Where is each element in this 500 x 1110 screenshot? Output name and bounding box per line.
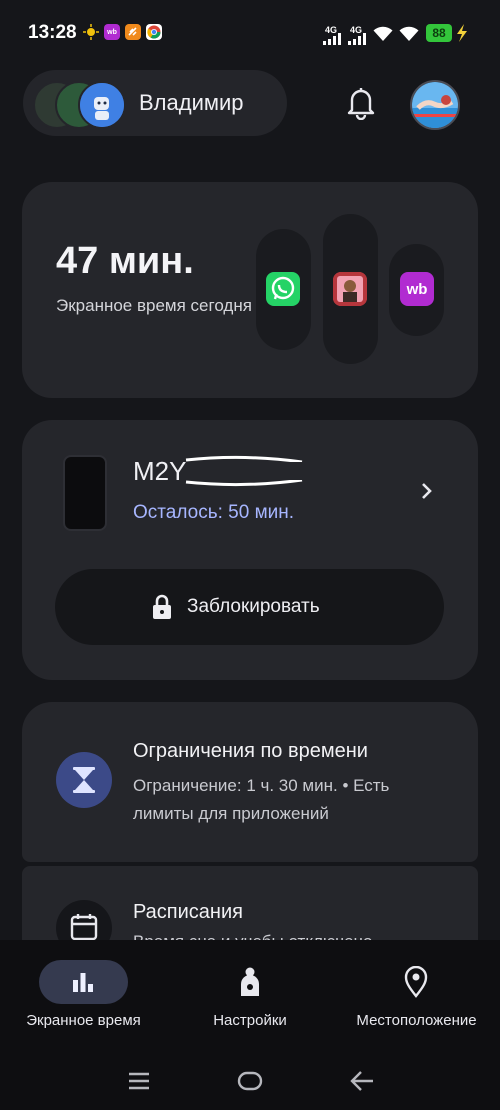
user-avatar[interactable] (410, 80, 460, 130)
nav-location[interactable]: Местоположение (333, 1012, 500, 1029)
phone-image (63, 455, 107, 531)
game-app-icon (333, 272, 367, 306)
nav-screen-time[interactable]: Экранное время (0, 1012, 167, 1029)
back-button[interactable] (349, 1070, 375, 1097)
charging-icon (456, 24, 468, 47)
time-limits-title: Ограничения по времени (133, 740, 368, 762)
lock-icon (152, 594, 172, 620)
home-button[interactable] (237, 1071, 263, 1096)
bar-chart-icon (71, 970, 95, 999)
nav-settings[interactable]: Настройки (167, 1012, 333, 1029)
chrome-icon (146, 24, 162, 40)
wifi-icon (399, 26, 419, 47)
child-avatar (78, 81, 126, 129)
wifi-icon (373, 26, 393, 47)
recents-button[interactable] (128, 1072, 150, 1095)
battery-indicator: 88 (426, 24, 452, 42)
nav-label: Настройки (213, 1012, 287, 1029)
time-limits-subtitle: Ограничение: 1 ч. 30 мин. • Есть лимиты … (133, 776, 390, 823)
screen-time-label: Экранное время сегодня (56, 296, 252, 315)
screen-time-total: 47 мин. (56, 240, 194, 282)
redaction-scribble (184, 454, 304, 488)
location-pin-icon (404, 965, 428, 1003)
whatsapp-icon (266, 272, 300, 306)
chevron-right-icon[interactable] (420, 480, 434, 502)
device-name: M2Y (133, 456, 187, 486)
status-time: 13:28 (28, 22, 77, 43)
signal-bars-icon (348, 32, 370, 50)
weather-icon (83, 24, 99, 40)
bell-icon[interactable] (346, 86, 376, 121)
lock-button-label: Заблокировать (187, 596, 320, 617)
orange-app-icon (125, 24, 141, 40)
hourglass-icon (56, 752, 112, 808)
user-name: Владимир (139, 90, 244, 115)
status-bar: 13:28 wb 4G 4G 88 (0, 0, 500, 68)
signal-bars-icon (323, 32, 345, 50)
schedules-title: Расписания (133, 901, 243, 923)
nav-label: Экранное время (26, 1012, 141, 1029)
wildberries-icon: wb (400, 272, 434, 306)
wb-notif-icon: wb (104, 24, 120, 40)
time-remaining: Осталось: 50 мин. (133, 502, 295, 523)
nav-label: Местоположение (356, 1012, 477, 1029)
family-settings-icon (237, 966, 263, 1003)
